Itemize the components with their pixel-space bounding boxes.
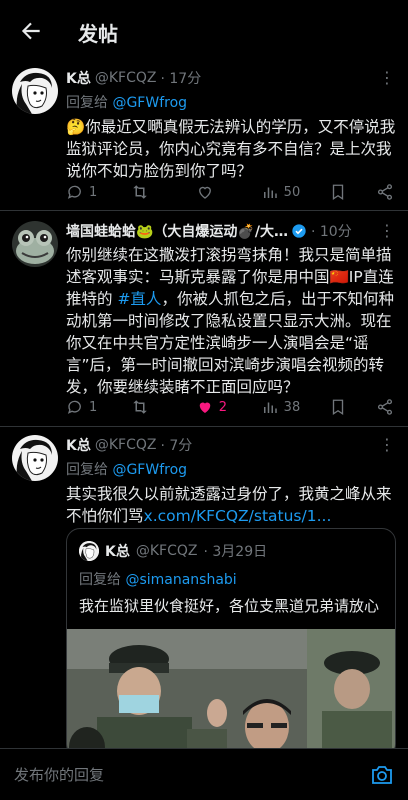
- bookmark-icon[interactable]: [329, 183, 347, 201]
- tweet-header: K总 @KFCQZ · 7分: [66, 435, 396, 455]
- reply-count: 1: [89, 184, 98, 200]
- reply-count: 1: [89, 399, 98, 415]
- action-bar: 1 50: [66, 182, 394, 202]
- reply-icon: [67, 400, 81, 414]
- photo-crowd-image: [67, 629, 395, 757]
- retweet-icon: [133, 400, 147, 414]
- reply-composer: 发布你的回复: [0, 748, 408, 800]
- share-icon[interactable]: [376, 183, 394, 201]
- status-link[interactable]: x.com/KFCQZ/status/1...: [144, 507, 332, 525]
- like-button[interactable]: [196, 183, 232, 201]
- tweet-text: 🤔你最近又嗮真假无法辨认的学历，又不停说我监狱评论员，你内心究竟有多不自信？是上…: [66, 118, 396, 180]
- view-count: 50: [283, 184, 301, 200]
- avatar: [79, 541, 99, 561]
- quoted-timestamp: · 3月29日: [203, 544, 268, 560]
- reply-button[interactable]: 1: [66, 183, 102, 201]
- more-options-icon[interactable]: ⋮: [379, 68, 396, 87]
- timestamp[interactable]: · 17分: [160, 68, 201, 88]
- more-options-icon[interactable]: ⋮: [379, 435, 396, 454]
- reply-button[interactable]: 1: [66, 398, 102, 416]
- camera-icon[interactable]: [370, 763, 394, 787]
- author-handle[interactable]: @KFCQZ: [95, 437, 157, 453]
- reply-to-prefix: 回复给: [66, 95, 113, 111]
- quoted-reply-to-line: 回复给 @simananshabi: [67, 565, 395, 588]
- retweet-icon: [133, 185, 147, 199]
- reply-to-link[interactable]: @GFWfrog: [112, 462, 187, 478]
- heart-filled-icon: [199, 402, 211, 413]
- reply-to-prefix: 回复给: [66, 462, 113, 478]
- tweet-1[interactable]: K总 @KFCQZ · 17分 ⋮ 回复给 @GFWfrog 🤔你最近又嗮真假无…: [0, 64, 408, 210]
- like-button[interactable]: 2: [196, 398, 232, 416]
- like-count: 2: [218, 399, 228, 415]
- views-button[interactable]: 38: [261, 398, 301, 416]
- tweet-text: 你别继续在这撒泼打滚拐弯抹角！我只是简单描述客观事实：马斯克暴露了你是用中国🇨🇳…: [66, 244, 396, 398]
- frog-avatar-icon: [12, 221, 58, 267]
- quoted-tweet[interactable]: K总 @KFCQZ · 3月29日 回复给 @simananshabi 我在监狱…: [66, 528, 396, 758]
- more-options-icon[interactable]: ⋮: [379, 221, 396, 240]
- views-icon: [263, 402, 277, 413]
- tweet-3[interactable]: K总 @KFCQZ · 7分 ⋮ 回复给 @GFWfrog 其实我很久以前就透露…: [0, 427, 408, 758]
- reply-to-line: 回复给 @GFWfrog: [66, 92, 396, 112]
- author-name[interactable]: K总: [66, 435, 91, 455]
- timestamp[interactable]: · 7分: [160, 435, 192, 455]
- avatar[interactable]: [12, 221, 58, 267]
- back-arrow-icon[interactable]: [18, 18, 44, 44]
- tweet-header: 墙国蛙蛤蛤🐸（大自爆运动💣/大… · 10分: [66, 221, 396, 241]
- page-title: 发帖: [78, 22, 118, 46]
- avatar-drawing-icon: [12, 68, 58, 114]
- views-icon: [263, 187, 277, 198]
- view-count: 38: [283, 399, 301, 415]
- avatar-drawing-icon: [12, 435, 58, 481]
- quoted-tweet-header: K总 @KFCQZ · 3月29日: [67, 529, 395, 561]
- retweet-button[interactable]: [131, 398, 167, 416]
- heart-icon: [198, 186, 211, 199]
- reply-input[interactable]: 发布你的回复: [14, 764, 104, 785]
- quoted-tweet-photo[interactable]: [67, 629, 395, 757]
- quoted-author-handle: @KFCQZ: [135, 543, 198, 559]
- avatar[interactable]: [12, 68, 58, 114]
- action-bar: 1 2 38: [66, 397, 394, 417]
- views-button[interactable]: 50: [261, 183, 301, 201]
- verified-badge-icon: [292, 224, 306, 238]
- hashtag-link[interactable]: #直人: [117, 290, 161, 308]
- top-bar: 发帖: [0, 0, 408, 64]
- reply-to-prefix: 回复给: [79, 572, 126, 588]
- reply-to-line: 回复给 @GFWfrog: [66, 459, 396, 479]
- quoted-author-name: K总: [105, 544, 130, 560]
- reply-to-link[interactable]: @GFWfrog: [112, 95, 187, 111]
- timestamp[interactable]: · 10分: [311, 221, 352, 241]
- tweet-header: K总 @KFCQZ · 17分: [66, 68, 396, 88]
- author-handle[interactable]: @KFCQZ: [95, 70, 157, 86]
- author-name[interactable]: 墙国蛙蛤蛤🐸（大自爆运动💣/大…: [66, 221, 288, 241]
- author-name[interactable]: K总: [66, 68, 91, 88]
- retweet-button[interactable]: [131, 183, 167, 201]
- bookmark-icon[interactable]: [329, 398, 347, 416]
- tweet-2[interactable]: 墙国蛙蛤蛤🐸（大自爆运动💣/大… · 10分 ⋮ 你别继续在这撒泼打滚拐弯抹角！…: [0, 211, 408, 426]
- tweet-text: 其实我很久以前就透露过身份了，我黄之峰从来不怕你们骂x.com/KFCQZ/st…: [66, 483, 396, 527]
- quoted-reply-to-link: @simananshabi: [125, 572, 237, 588]
- avatar[interactable]: [12, 435, 58, 481]
- reply-icon: [67, 185, 81, 199]
- avatar-drawing-icon: [79, 541, 99, 561]
- quoted-tweet-text: 我在监狱里伙食挺好，各位支黑道兄弟请放心: [79, 597, 380, 615]
- share-icon[interactable]: [376, 398, 394, 416]
